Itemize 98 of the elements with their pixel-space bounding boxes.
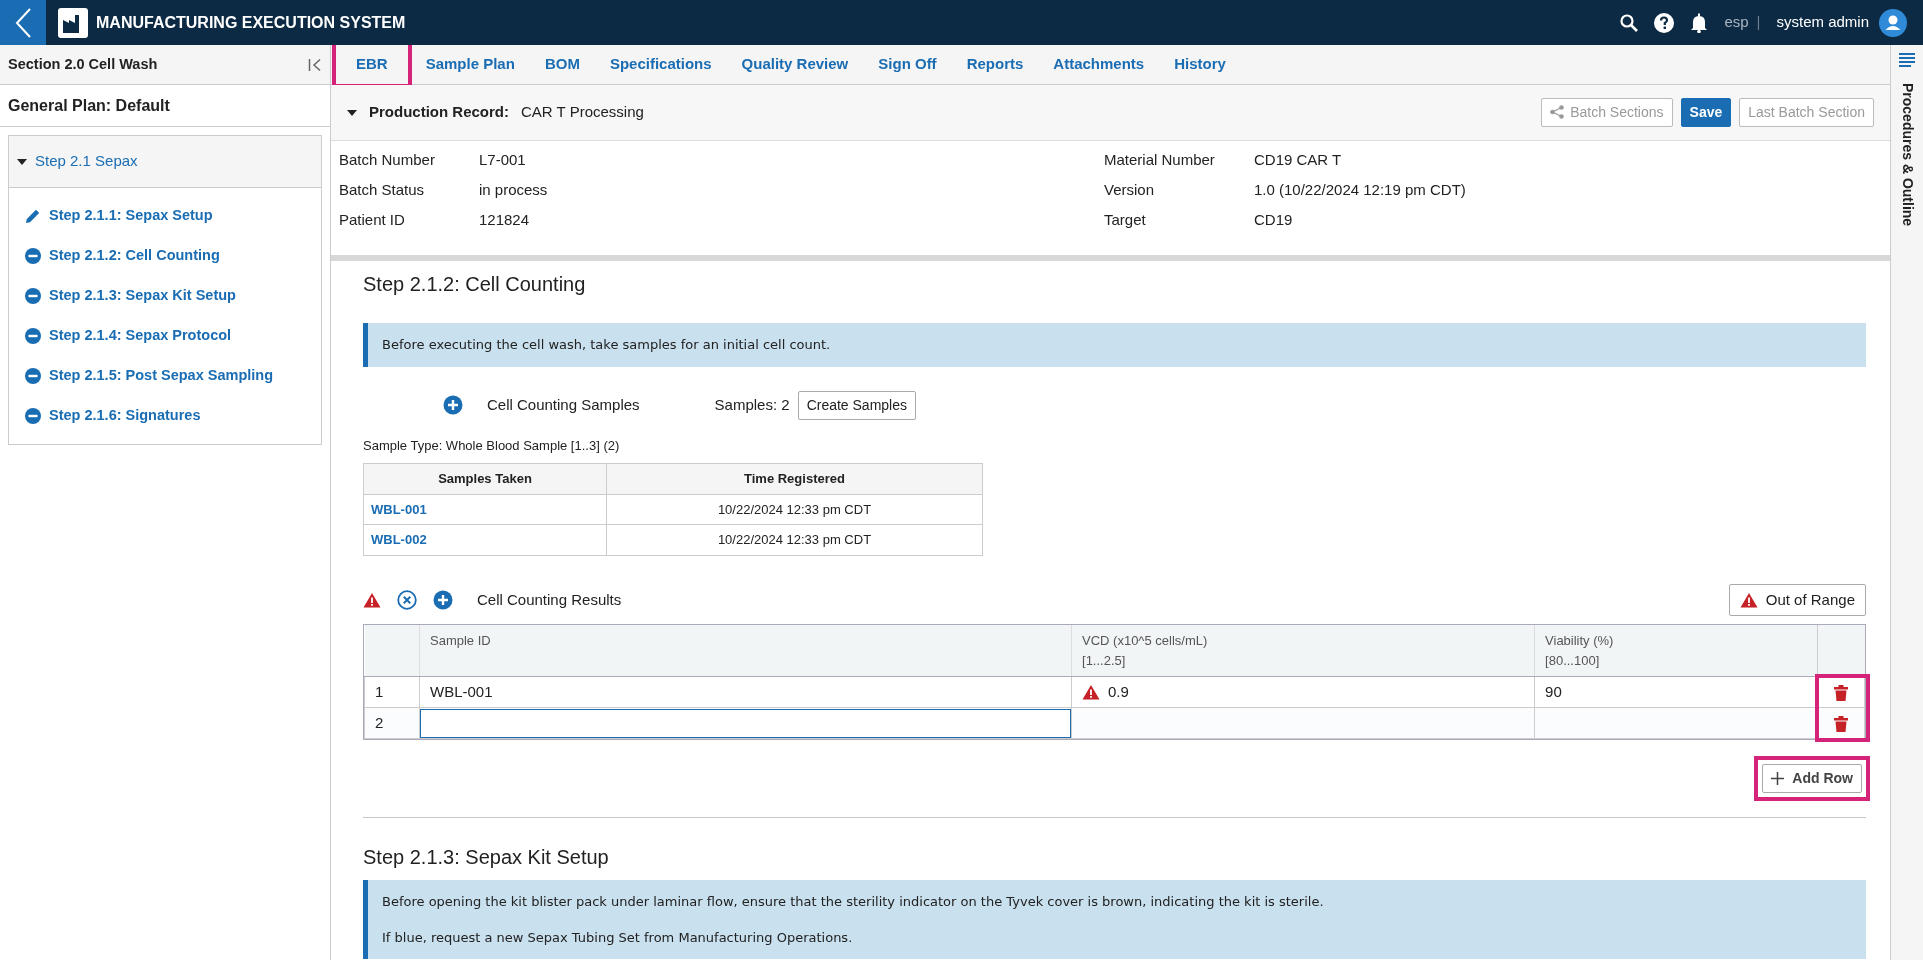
step-link[interactable]: Step 2.1.4: Sepax Protocol: [49, 325, 232, 347]
language-label[interactable]: esp: [1724, 11, 1749, 34]
step-link[interactable]: Step 2.1.2: Cell Counting: [49, 245, 220, 267]
detail-label: Material Number: [1104, 150, 1216, 170]
column-label: Sample ID: [430, 632, 492, 650]
step-link[interactable]: Step 2.1.5: Post Sepax Sampling: [49, 365, 273, 387]
column-label: VCD (x10^5 cells/mL): [1082, 632, 1209, 650]
record-value: CAR T Processing: [521, 102, 644, 123]
table-cell: 10/22/2024 12:33 pm CDT: [606, 524, 983, 555]
share-icon: [1550, 105, 1565, 119]
detail-value: CD19: [1254, 210, 1293, 230]
detail-value: L7-001: [479, 150, 526, 170]
outline-toggle-button[interactable]: [1899, 53, 1915, 67]
section-label: Cell Counting Results: [477, 589, 622, 610]
column-label: Viability (%): [1545, 632, 1615, 650]
detail-label: Version: [1104, 180, 1156, 200]
detail-label: Batch Status: [339, 180, 426, 200]
cell-input[interactable]: [420, 708, 1071, 738]
step-link[interactable]: Step 2.1.3: Sepax Kit Setup: [49, 285, 236, 307]
record-toggle[interactable]: [347, 109, 357, 116]
search-icon: [1620, 13, 1639, 32]
sample-link[interactable]: WBL-002: [371, 532, 427, 547]
collapse-button[interactable]: [308, 57, 322, 72]
column-range: [80...100]: [1545, 651, 1601, 670]
delete-row-button[interactable]: [1834, 715, 1848, 732]
tab[interactable]: History: [1161, 45, 1239, 85]
help-button[interactable]: [1654, 12, 1675, 33]
add-sample-button[interactable]: [443, 395, 463, 415]
detail-value: CD19 CAR T: [1254, 150, 1342, 170]
record-label: Production Record:: [369, 102, 509, 123]
create-samples-button[interactable]: Create Samples: [797, 390, 916, 420]
detail-value: 1.0 (10/22/2024 12:19 pm CDT): [1254, 180, 1466, 200]
column-header: Samples Taken: [363, 463, 607, 494]
step-title: Step 2.1.3: Sepax Kit Setup: [363, 845, 610, 870]
minus-circle-icon: [25, 328, 41, 344]
collapse-icon: [308, 57, 322, 72]
minus-circle-icon: [25, 288, 41, 304]
row-number: 2: [364, 707, 420, 739]
section-title: Section 2.0 Cell Wash: [8, 54, 158, 74]
clear-button[interactable]: [397, 589, 417, 610]
section-label: Cell Counting Samples: [487, 394, 640, 415]
tab[interactable]: Reports: [953, 45, 1037, 85]
back-button[interactable]: [0, 0, 46, 45]
separator: |: [1756, 12, 1761, 33]
avatar-icon[interactable]: [1879, 8, 1907, 37]
tree-node-label[interactable]: Step 2.1 Sepax: [35, 150, 138, 173]
plus-icon: [1771, 772, 1785, 785]
tab[interactable]: Sign Off: [865, 45, 950, 85]
tab[interactable]: Attachments: [1040, 45, 1158, 85]
add-button[interactable]: [433, 589, 453, 610]
minus-circle-icon: [25, 408, 41, 424]
minus-circle-icon: [25, 248, 41, 264]
warning-icon: [1739, 591, 1758, 608]
tab[interactable]: Specifications: [596, 45, 725, 85]
tab[interactable]: Sample Plan: [412, 45, 528, 85]
detail-value: 121824: [479, 210, 530, 230]
detail-value: in process: [479, 180, 548, 200]
save-button[interactable]: Save: [1680, 98, 1732, 127]
tab[interactable]: Quality Review: [728, 45, 862, 85]
minus-circle-icon: [25, 368, 41, 384]
chevron-left-icon: [15, 7, 31, 38]
pencil-icon: [25, 208, 41, 224]
out-of-range-button[interactable]: Out of Range: [1728, 583, 1866, 616]
bell-icon: [1690, 12, 1709, 33]
samples-count: Samples: 2: [714, 394, 790, 415]
step-title: Step 2.1.2: Cell Counting: [363, 272, 587, 297]
table-cell: 10/22/2024 12:33 pm CDT: [606, 494, 983, 525]
column-range: [1...2.5]: [1082, 651, 1127, 670]
plan-title: General Plan: Default: [8, 95, 170, 116]
tab[interactable]: EBR: [335, 45, 409, 85]
row-number: 1: [364, 676, 420, 708]
delete-row-button[interactable]: [1834, 684, 1848, 701]
caret-icon[interactable]: [17, 158, 27, 165]
step-link[interactable]: Step 2.1.6: Signatures: [49, 405, 201, 427]
search-icon-button[interactable]: [1620, 13, 1639, 32]
help-icon: [1654, 12, 1675, 33]
detail-label: Patient ID: [339, 210, 406, 230]
app-title: MANUFACTURING EXECUTION SYSTEM: [96, 12, 406, 33]
cell-value: WBL-001: [430, 681, 493, 702]
user-name[interactable]: system admin: [1776, 11, 1869, 34]
panel-tab[interactable]: Procedures & Outline: [1896, 83, 1918, 227]
tree-node-header[interactable]: Step 2.1 Sepax: [9, 136, 321, 188]
add-row-button[interactable]: Add Row: [1762, 764, 1862, 793]
detail-label: Target: [1104, 210, 1147, 230]
cell-value: 0.9: [1108, 681, 1129, 702]
cell-value: 90: [1545, 681, 1562, 702]
column-header: Time Registered: [606, 463, 983, 494]
tab[interactable]: BOM: [531, 45, 593, 85]
factory-logo-icon: [58, 7, 88, 38]
notifications-button[interactable]: [1690, 12, 1709, 33]
note-text: If blue, request a new Sepax Tubing Set from Manufacturing Operations.: [382, 928, 854, 947]
note-text: Before opening the kit blister pack under laminar flow, ensure that the sterility indicator on the Tyvek cover is brown, indicating the kit is sterile.: [382, 893, 1325, 911]
sample-link[interactable]: WBL-001: [371, 501, 427, 517]
step-link[interactable]: Step 2.1.1: Sepax Setup: [49, 205, 213, 227]
detail-label: Batch Number: [339, 150, 436, 170]
warning-icon: [363, 591, 381, 608]
note-text: Before executing the cell wash, take samples for an initial cell count.: [382, 336, 832, 354]
sample-type-label: Sample Type: Whole Blood Sample [1..3] (2): [363, 436, 621, 455]
